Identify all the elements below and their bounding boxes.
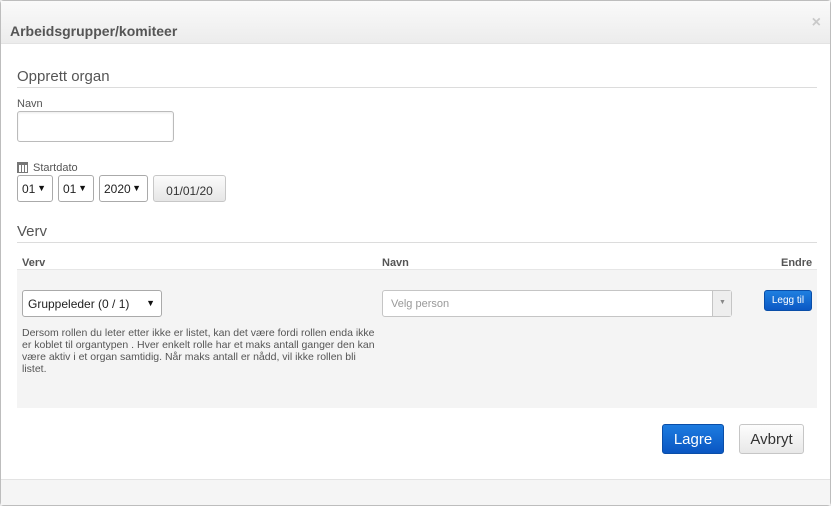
caret-down-icon: ▼ bbox=[78, 183, 87, 193]
year-select[interactable]: 2020 ▼ bbox=[99, 175, 148, 202]
save-button[interactable]: Lagre bbox=[662, 424, 724, 454]
start-date-label: Startdato bbox=[33, 162, 78, 174]
close-icon[interactable]: × bbox=[812, 14, 821, 32]
help-text: Dersom rollen du leter etter ikke er lis… bbox=[22, 327, 375, 375]
role-select-value: Gruppeleder (0 / 1) bbox=[28, 297, 130, 311]
column-header-edit: Endre bbox=[781, 257, 813, 269]
caret-down-icon: ▼ bbox=[719, 299, 726, 306]
add-role-button[interactable]: Legg til bbox=[764, 290, 812, 311]
month-value: 01 bbox=[63, 182, 77, 196]
caret-down-icon: ▼ bbox=[37, 183, 46, 193]
footer bbox=[1, 480, 830, 505]
date-picker-button[interactable]: 01/01/20 bbox=[153, 175, 226, 202]
column-header-role: Verv bbox=[22, 257, 46, 269]
day-select[interactable]: 01 ▼ bbox=[17, 175, 53, 202]
roles-heading: Verv bbox=[17, 223, 48, 240]
create-heading: Opprett organ bbox=[17, 68, 110, 85]
person-select[interactable]: Velg person ▼ bbox=[382, 290, 732, 317]
divider bbox=[17, 242, 817, 243]
month-select[interactable]: 01 ▼ bbox=[58, 175, 94, 202]
dropdown-toggle[interactable]: ▼ bbox=[712, 291, 731, 316]
name-input[interactable] bbox=[17, 111, 174, 142]
column-header-name: Navn bbox=[382, 257, 409, 269]
divider bbox=[17, 87, 817, 88]
year-value: 2020 bbox=[104, 182, 131, 196]
dialog-header: Arbeidsgrupper/komiteer × bbox=[1, 1, 830, 44]
day-value: 01 bbox=[22, 182, 36, 196]
name-label: Navn bbox=[17, 98, 43, 110]
dialog-title: Arbeidsgrupper/komiteer bbox=[10, 23, 178, 39]
caret-down-icon: ▼ bbox=[146, 298, 155, 308]
cancel-button[interactable]: Avbryt bbox=[739, 424, 804, 454]
role-select[interactable]: Gruppeleder (0 / 1) ▼ bbox=[22, 290, 162, 317]
dialog: Arbeidsgrupper/komiteer × Opprett organ … bbox=[0, 0, 831, 506]
person-select-placeholder: Velg person bbox=[391, 298, 450, 310]
caret-down-icon: ▼ bbox=[132, 183, 141, 193]
calendar-icon bbox=[17, 162, 28, 173]
